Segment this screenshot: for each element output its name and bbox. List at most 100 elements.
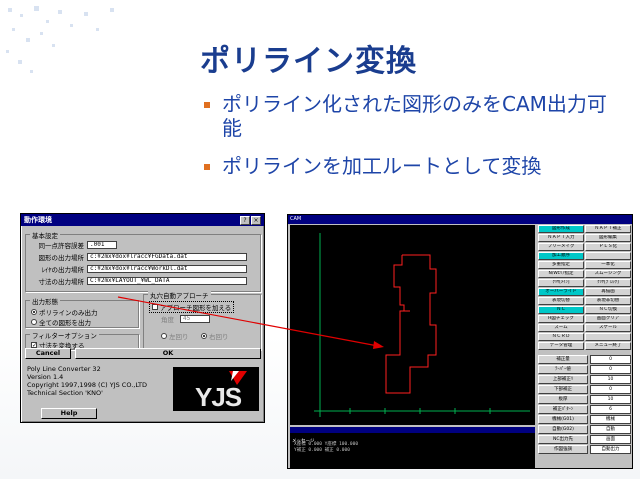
slide: ポリライン変換 ポリライン化された図形のみをCAM出力可能 ポリラインを加工ルー… — [0, 0, 640, 479]
radio-circle — [201, 333, 207, 339]
parameter-label: NC出力先 — [538, 435, 588, 444]
parameter-row: 作図強調 自動出力 — [538, 445, 632, 454]
cam-command-button[interactable]: ＮＡＰＴ補正 — [585, 225, 631, 233]
parameter-value[interactable]: 0 — [590, 355, 631, 364]
parameter-label: 板厚 — [538, 395, 588, 404]
cam-command-button[interactable]: データ管理 — [538, 342, 584, 350]
message-lines: X座標 0.000 Y座標 100.000 Y補正 0.000 補正 0.000 — [290, 433, 535, 453]
help-icon[interactable]: ? — [240, 215, 250, 225]
cam-command-button[interactable]: 再描画 — [585, 288, 631, 296]
parameter-row: ﾃｰﾊﾟｰ値 0 — [538, 365, 632, 374]
setting-row: 図形の出力場所 c:¥2mx¥dox¥lracc¥FGData.dat — [27, 252, 247, 262]
help-button[interactable]: Help — [41, 408, 97, 419]
parameter-label: 作図強調 — [538, 445, 588, 454]
radio-circle — [161, 333, 167, 339]
parameter-value[interactable]: 機械 — [590, 415, 631, 424]
cam-command-button[interactable] — [585, 333, 631, 341]
cam-titlebar: CAM — [288, 215, 632, 224]
dialog-titlebar: 動作環境 ? × — [21, 214, 264, 226]
group-label: フィルターオプション — [30, 330, 99, 340]
cancel-button[interactable]: Cancel — [25, 348, 71, 359]
ok-button[interactable]: OK — [75, 348, 261, 359]
dimension-output-field[interactable]: C:¥2mx¥LAYOUT_¥WL_DATA — [87, 277, 247, 285]
parameter-value[interactable]: 10 — [590, 375, 631, 384]
setting-row: 寸法の出力場所 C:¥2mx¥LAYOUT_¥WL_DATA — [27, 276, 247, 286]
parameter-value[interactable]: 自動出力 — [590, 445, 631, 454]
radio-circle — [31, 319, 37, 325]
parameter-value[interactable]: 画面 — [590, 435, 631, 444]
cam-command-button[interactable]: ＮＣ切換 — [585, 306, 631, 314]
parameter-value[interactable]: 0 — [590, 365, 631, 374]
parameter-value[interactable]: 0 — [590, 385, 631, 394]
cam-command-button[interactable]: ＰＬＳ化 — [585, 243, 631, 251]
cam-command-button[interactable]: 図形編集 — [585, 234, 631, 242]
parameter-row: 下部補正 0 — [538, 385, 632, 394]
cam-command-button[interactable]: スケール — [585, 324, 631, 332]
drawing-area — [314, 233, 530, 417]
setting-row: 同一点許容誤差 .001 — [27, 240, 117, 250]
cam-command-button[interactable]: 表現非切替 — [585, 297, 631, 305]
close-icon[interactable]: × — [251, 215, 261, 225]
bullet-text: ポリライン化された図形のみをCAM出力可能 — [222, 92, 607, 140]
bullet-marker — [204, 164, 210, 170]
setting-row: ﾚｲﾔの出力場所 c:¥2mx¥dox¥lracc¥WorkDl.dat — [27, 264, 247, 274]
parameter-label: 機械(G01) — [538, 415, 588, 424]
group-label: 丸穴自動アプローチ — [148, 290, 211, 300]
cam-command-button[interactable]: 多重指定 — [538, 261, 584, 269]
cam-command-button[interactable]: 一本化 — [585, 261, 631, 269]
message-area: メッセージ X座標 0.000 Y座標 100.000 Y補正 0.000 補正… — [290, 427, 535, 468]
cam-command-button[interactable]: ｸﾘﾔ[ﾌﾞﾛｯｸ] — [585, 279, 631, 287]
cam-command-button[interactable] — [585, 252, 631, 260]
cam-command-button[interactable]: ズーム — [538, 324, 584, 332]
parameter-value[interactable]: 自動 — [590, 425, 631, 434]
add-approach-checkbox[interactable]: アプローチ図形を加える — [149, 301, 235, 313]
checkbox-label: アプローチ図形を加える — [160, 304, 232, 312]
cam-command-button[interactable]: H図チェック — [538, 315, 584, 323]
cam-command-button[interactable]: フリーメイク — [538, 243, 584, 251]
cam-command-button[interactable]: 画面クリア — [585, 315, 631, 323]
cam-drawing-canvas[interactable] — [290, 225, 535, 425]
info-line: Copyright 1997,1998 (C) YJS CO.,LTD — [27, 381, 148, 389]
slide-title: ポリライン変換 — [200, 44, 417, 79]
radio-polyline-only[interactable]: ポリラインのみ出力 — [31, 307, 98, 317]
parameter-row: NC出力先 画面 — [538, 435, 632, 444]
version-info: Poly Line Converter 32 Version 1.4 Copyr… — [27, 365, 147, 397]
cam-command-button[interactable]: 図形作成 — [538, 225, 584, 233]
figure-output-field[interactable]: c:¥2mx¥dox¥lracc¥FGData.dat — [87, 253, 247, 261]
cam-command-button[interactable]: ＮＣＲＤ — [538, 333, 584, 341]
info-line: Technical Section 'KNO' — [27, 389, 103, 397]
cam-command-button[interactable]: ＮＡＰＴ入力 — [538, 234, 584, 242]
parameter-label: 補正量 — [538, 355, 588, 364]
parameter-row: 上部補正ﾘ 10 — [538, 375, 632, 384]
layer-output-field[interactable]: c:¥2mx¥dox¥lracc¥WorkDl.dat — [87, 265, 247, 273]
radio-counterclockwise[interactable]: 左回り — [161, 331, 189, 341]
info-line: Version 1.4 — [27, 373, 64, 381]
bullet-text: ポリラインを加工ルートとして変換 — [222, 154, 542, 178]
bullet-list: ポリライン化された図形のみをCAM出力可能 ポリラインを加工ルートとして変換 — [200, 92, 620, 192]
parameter-value[interactable]: 10 — [590, 395, 631, 404]
angle-row: 角度 45 — [161, 314, 210, 324]
cam-command-button[interactable]: 加工順序 — [538, 252, 584, 260]
angle-field[interactable]: 45 — [180, 315, 210, 323]
radio-label: 右回り — [209, 333, 229, 341]
cam-command-button[interactable]: 表現切替 — [538, 297, 584, 305]
tolerance-field[interactable]: .001 — [87, 241, 117, 249]
parameter-label: 自動(G02) — [538, 425, 588, 434]
cam-command-button[interactable]: オーバーライド — [538, 288, 584, 296]
radio-all-figures[interactable]: 全ての図形を出力 — [31, 317, 91, 327]
cam-command-button[interactable]: ｸﾘﾔ[ﾒｲﾝ] — [538, 279, 584, 287]
setting-label: 同一点許容誤差 — [38, 242, 85, 250]
cam-window: CAM メッセージ X座標 0.000 Y座標 100.000 Y補正 0.00… — [287, 214, 633, 469]
parameter-row: 補正ﾊﾟﾀｰﾝ 6 — [538, 405, 632, 414]
cam-command-button[interactable]: N/Wｴﾘｱ指定 — [538, 270, 584, 278]
bullet-marker — [204, 102, 210, 108]
parameter-value[interactable]: 6 — [590, 405, 631, 414]
radio-clockwise[interactable]: 右回り — [201, 331, 229, 341]
settings-dialog: 動作環境 ? × 基本設定 同一点許容誤差 .001 図形の出力場所 c:¥2m… — [20, 213, 265, 423]
cam-command-button[interactable]: ＮＣ — [538, 306, 584, 314]
group-label: 出力形態 — [30, 296, 60, 306]
parameter-row: 補正量 0 — [538, 355, 632, 364]
cam-command-button[interactable]: メニュー終了 — [585, 342, 631, 350]
parameter-label: 補正ﾊﾟﾀｰﾝ — [538, 405, 588, 414]
cam-command-button[interactable]: スムージング — [585, 270, 631, 278]
